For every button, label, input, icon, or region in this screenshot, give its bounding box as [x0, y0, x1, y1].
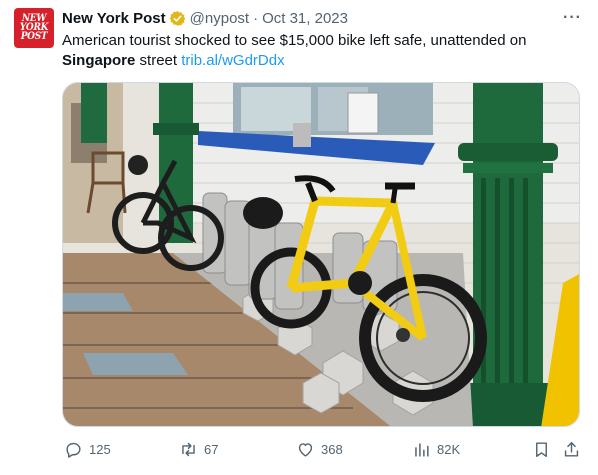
- views-button[interactable]: 82K: [412, 440, 460, 459]
- avatar[interactable]: NEW YORK POST: [14, 8, 54, 48]
- tweet-text-body: American tourist shocked to see $15,000 …: [62, 32, 527, 49]
- reply-count: 125: [89, 442, 111, 457]
- bike-photo-illustration: [63, 83, 579, 426]
- reply-button[interactable]: 125: [64, 440, 111, 459]
- like-icon: [298, 443, 313, 457]
- share-icon: [564, 442, 579, 457]
- tweet-link[interactable]: trib.al/wGdrDdx: [181, 52, 284, 69]
- avatar-line-3: POST: [20, 30, 48, 42]
- tweet-photo[interactable]: [62, 82, 580, 427]
- repost-button[interactable]: 67: [179, 440, 218, 459]
- verified-badge-icon[interactable]: [169, 10, 186, 27]
- repost-icon: [182, 442, 195, 457]
- repost-count: 67: [204, 442, 219, 457]
- views-icon: [415, 443, 429, 457]
- share-button[interactable]: [562, 440, 587, 459]
- tweet-header: New York Post @nypost · Oct 31, 2023: [62, 8, 584, 28]
- timestamp[interactable]: Oct 31, 2023: [262, 10, 348, 27]
- like-count: 368: [321, 442, 343, 457]
- action-bar: 125 67 368 82K: [62, 436, 582, 466]
- more-icon[interactable]: ···: [563, 9, 582, 27]
- reply-icon: [66, 442, 81, 458]
- handle[interactable]: @nypost: [190, 10, 249, 27]
- tweet-text: American tourist shocked to see $15,000 …: [62, 31, 582, 71]
- views-count: 82K: [437, 442, 461, 457]
- separator: ·: [253, 9, 259, 27]
- bookmark-button[interactable]: [532, 440, 557, 459]
- tweet-text-bold: Singapore: [62, 52, 136, 69]
- bookmark-icon: [536, 442, 547, 457]
- like-button[interactable]: 368: [296, 440, 343, 459]
- tweet-text-after: street: [135, 52, 182, 69]
- display-name[interactable]: New York Post: [62, 10, 166, 27]
